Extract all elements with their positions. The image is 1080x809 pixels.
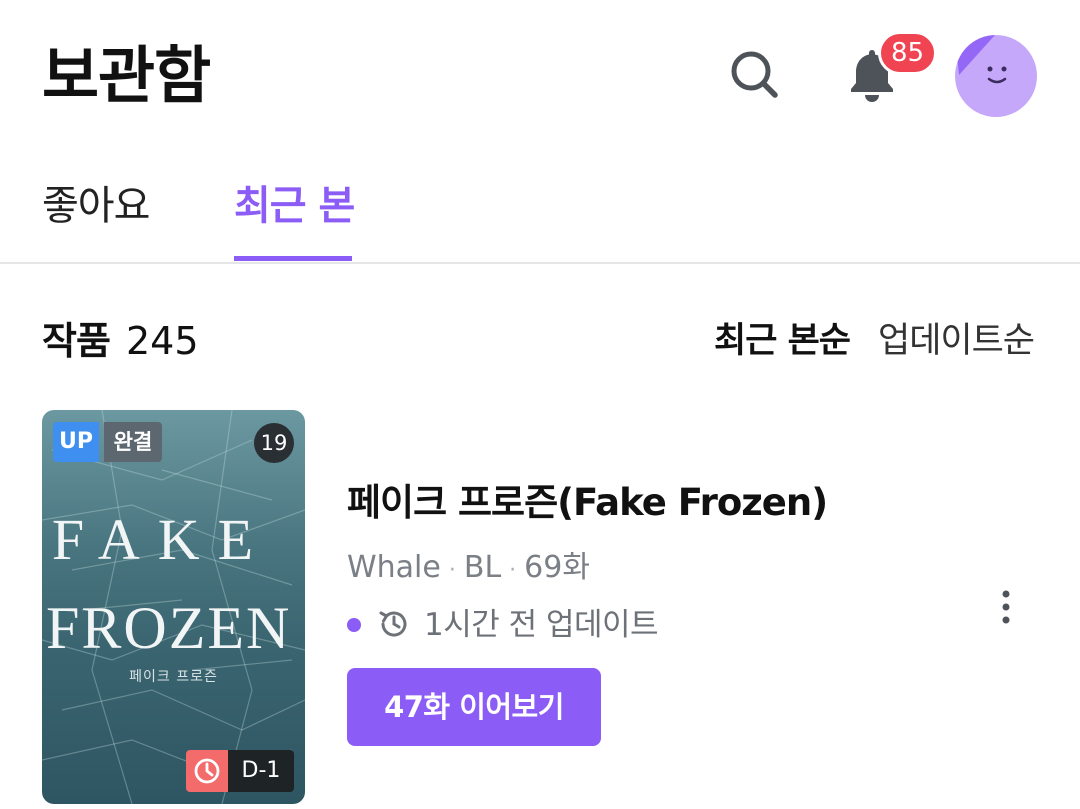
sort-recently-viewed[interactable]: 최근 본순 <box>714 316 851 366</box>
tab-recently-viewed[interactable]: 최근 본 <box>234 178 355 234</box>
comic-meta: Whale · BL · 69화 <box>347 548 590 591</box>
avatar[interactable] <box>955 35 1037 117</box>
d-day-badge: D-1 <box>228 750 294 792</box>
author: Whale <box>347 550 441 585</box>
separator-dot: · <box>509 558 517 583</box>
continue-reading-button[interactable]: 47화 이어보기 <box>347 668 601 746</box>
search-icon <box>731 51 778 98</box>
comic-title[interactable]: 페이크 프로즌(Fake Frozen) <box>347 478 828 528</box>
new-update-dot <box>347 618 361 632</box>
genre: BL <box>463 550 502 585</box>
cover-subtitle: 페이크 프로즌 <box>129 669 218 685</box>
more-vertical-icon <box>1002 590 1010 624</box>
works-count: 245 <box>126 319 199 363</box>
cover-title-line1: FAKE <box>51 507 272 572</box>
smiley-avatar-icon <box>955 35 1007 84</box>
up-badge: UP <box>53 422 99 462</box>
separator-dot: · <box>448 558 456 583</box>
tab-likes[interactable]: 좋아요 <box>42 178 150 234</box>
age-rating-badge: 19 <box>254 423 294 463</box>
library-screen: 보관함 85 좋아요 최근 본 작품 245 최근 본순 업데이트순 FAKE … <box>0 0 1080 809</box>
cover-title-line2: FROZEN <box>46 596 292 660</box>
notification-count-badge: 85 <box>878 31 938 75</box>
search-button[interactable] <box>726 46 782 102</box>
works-count-label: 작품 <box>42 319 111 363</box>
update-time: 1시간 전 업데이트 <box>424 607 659 643</box>
more-options-button[interactable] <box>990 586 1022 630</box>
history-icon <box>376 606 412 642</box>
episode-count: 69화 <box>524 550 590 585</box>
clock-icon <box>194 758 220 784</box>
sort-by-update[interactable]: 업데이트순 <box>878 316 1035 366</box>
complete-badge: 완결 <box>104 422 162 462</box>
timer-badge <box>186 750 228 792</box>
page-title: 보관함 <box>42 39 211 112</box>
active-tab-indicator <box>234 256 352 261</box>
tabs-divider <box>0 262 1080 264</box>
